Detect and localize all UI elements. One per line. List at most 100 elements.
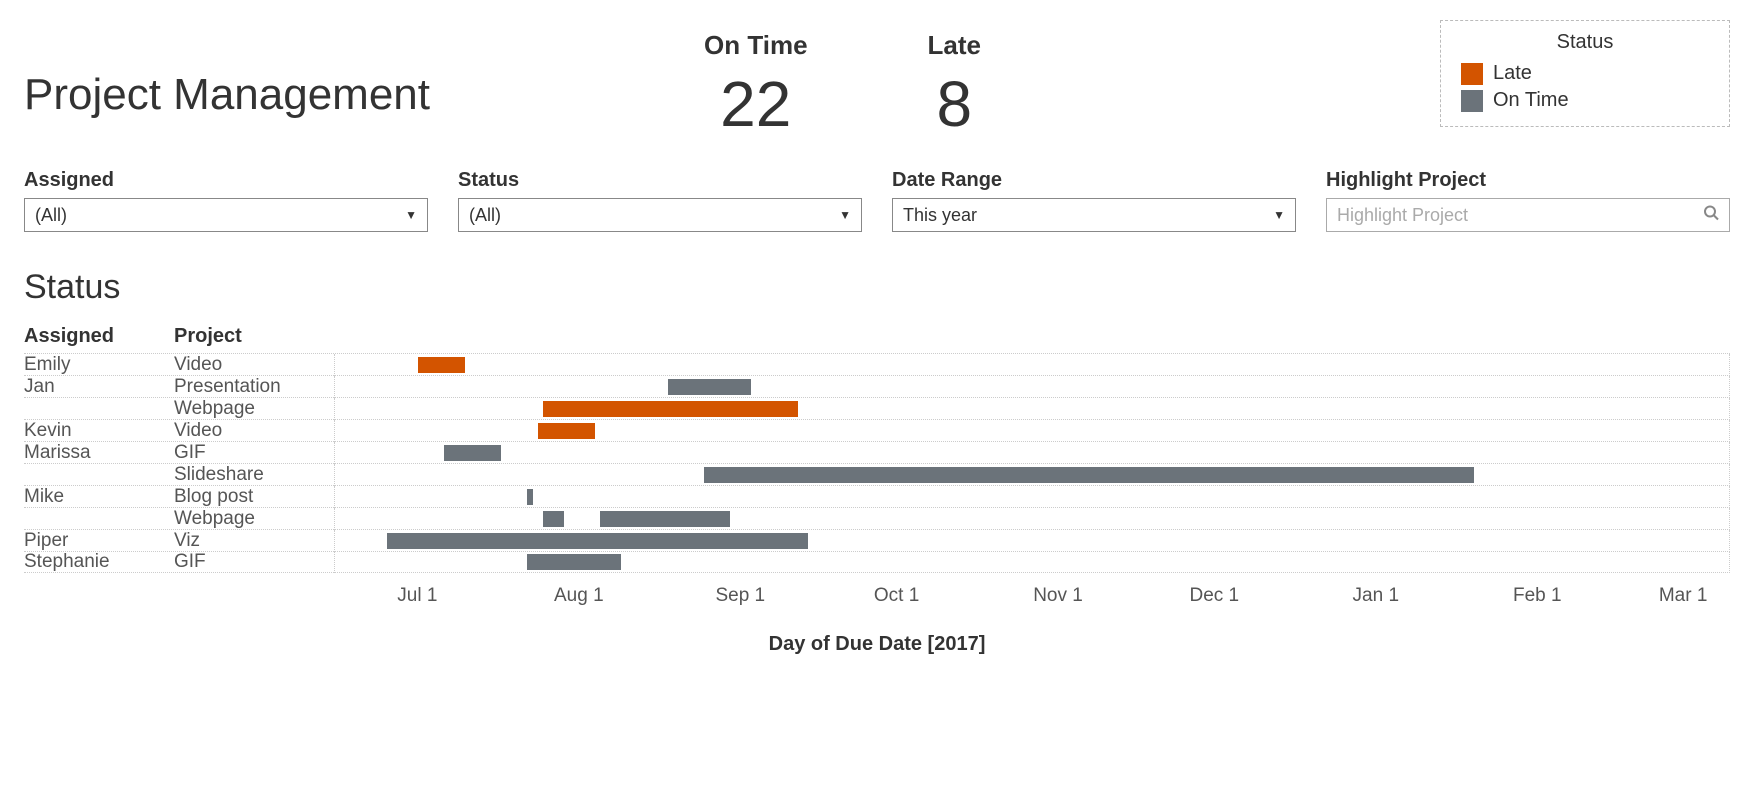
filter-date-range: Date Range This year ▼ — [892, 169, 1296, 232]
gantt-bar[interactable] — [704, 467, 1474, 483]
filter-date-range-value: This year — [903, 205, 977, 226]
axis-tick: Aug 1 — [554, 585, 604, 607]
row-project: Video — [174, 354, 334, 376]
row-project: Webpage — [174, 508, 334, 530]
gantt-row: EmilyVideo — [24, 353, 1730, 375]
gantt-bar[interactable] — [387, 533, 808, 549]
gantt-track — [334, 551, 1730, 573]
gantt-bar[interactable] — [418, 357, 465, 373]
row-project: Slideshare — [174, 464, 334, 486]
column-header-project: Project — [174, 325, 334, 353]
row-project: Blog post — [174, 486, 334, 508]
gantt-track — [334, 376, 1730, 398]
row-project: Presentation — [174, 376, 334, 398]
filter-status: Status (All) ▼ — [458, 169, 862, 232]
gantt-track — [334, 486, 1730, 508]
axis-tick: Oct 1 — [874, 585, 919, 607]
filter-highlight-label: Highlight Project — [1326, 169, 1730, 192]
title-block: Project Management — [24, 20, 704, 120]
gantt-row: StephanieGIF — [24, 551, 1730, 573]
filter-assigned-label: Assigned — [24, 169, 428, 192]
kpi-late-value: 8 — [928, 67, 981, 141]
gantt-row: Webpage — [24, 507, 1730, 529]
section-title-status: Status — [24, 268, 1730, 307]
filter-date-range-dropdown[interactable]: This year ▼ — [892, 198, 1296, 232]
highlight-project-placeholder: Highlight Project — [1337, 205, 1468, 226]
gantt-bar[interactable] — [538, 423, 595, 439]
gantt-chart: Assigned Project EmilyVideoJanPresentati… — [24, 325, 1730, 656]
row-assigned: Stephanie — [24, 551, 174, 573]
legend-title: Status — [1461, 31, 1709, 54]
axis-tick: Jan 1 — [1353, 585, 1399, 607]
gantt-track — [334, 530, 1730, 552]
filter-assigned-dropdown[interactable]: (All) ▼ — [24, 198, 428, 232]
axis-tick: Nov 1 — [1033, 585, 1083, 607]
gantt-bar[interactable] — [543, 511, 564, 527]
legend-card: Status Late On Time — [1440, 20, 1730, 127]
header-row: Project Management On Time 22 Late 8 Sta… — [24, 20, 1730, 141]
search-icon — [1703, 205, 1719, 226]
highlight-project-input[interactable]: Highlight Project — [1326, 198, 1730, 232]
row-assigned: Mike — [24, 486, 174, 508]
axis-tick: Mar 1 — [1659, 585, 1708, 607]
kpi-on-time: On Time 22 — [704, 30, 808, 141]
gantt-bar[interactable] — [668, 379, 751, 395]
row-project: GIF — [174, 551, 334, 573]
kpi-on-time-value: 22 — [704, 67, 808, 141]
kpi-block: On Time 22 Late 8 — [704, 20, 981, 141]
filter-highlight-project: Highlight Project Highlight Project — [1326, 169, 1730, 232]
gantt-row: JanPresentation — [24, 375, 1730, 397]
kpi-late: Late 8 — [928, 30, 981, 141]
gantt-track — [334, 508, 1730, 530]
column-header-assigned: Assigned — [24, 325, 174, 353]
legend-item-late[interactable]: Late — [1461, 62, 1709, 85]
gantt-track — [334, 420, 1730, 442]
filter-status-dropdown[interactable]: (All) ▼ — [458, 198, 862, 232]
row-assigned: Piper — [24, 530, 174, 552]
row-assigned: Emily — [24, 354, 174, 376]
axis-tick: Feb 1 — [1513, 585, 1562, 607]
filter-status-value: (All) — [469, 205, 501, 226]
gantt-bar[interactable] — [600, 511, 730, 527]
axis-tick: Dec 1 — [1189, 585, 1239, 607]
gantt-bar[interactable] — [543, 401, 798, 417]
row-assigned: Kevin — [24, 420, 174, 442]
kpi-on-time-label: On Time — [704, 30, 808, 61]
gantt-track — [334, 398, 1730, 420]
row-assigned: Marissa — [24, 442, 174, 464]
gantt-bar[interactable] — [444, 445, 501, 461]
gantt-track — [334, 354, 1730, 376]
gantt-track — [334, 464, 1730, 486]
row-assigned: Jan — [24, 376, 174, 398]
gantt-bar[interactable] — [527, 489, 532, 505]
row-project: GIF — [174, 442, 334, 464]
chevron-down-icon: ▼ — [839, 208, 851, 222]
filter-assigned-value: (All) — [35, 205, 67, 226]
chevron-down-icon: ▼ — [1273, 208, 1285, 222]
filter-assigned: Assigned (All) ▼ — [24, 169, 428, 232]
gantt-row: PiperViz — [24, 529, 1730, 551]
row-project: Video — [174, 420, 334, 442]
gantt-bar[interactable] — [527, 554, 621, 570]
gantt-row: MikeBlog post — [24, 485, 1730, 507]
gantt-row: KevinVideo — [24, 419, 1730, 441]
row-project: Viz — [174, 530, 334, 552]
gantt-x-axis: Jul 1Aug 1Sep 1Oct 1Nov 1Dec 1Jan 1Feb 1… — [334, 585, 1730, 609]
gantt-track — [334, 442, 1730, 464]
axis-tick: Sep 1 — [715, 585, 765, 607]
gantt-rows-area: EmilyVideoJanPresentationWebpageKevinVid… — [24, 353, 1730, 573]
legend-label-late: Late — [1493, 62, 1532, 85]
legend-swatch-on-time — [1461, 90, 1483, 112]
gantt-row: MarissaGIF — [24, 441, 1730, 463]
legend-item-on-time[interactable]: On Time — [1461, 89, 1709, 112]
filter-status-label: Status — [458, 169, 862, 192]
kpi-late-label: Late — [928, 30, 981, 61]
chevron-down-icon: ▼ — [405, 208, 417, 222]
row-project: Webpage — [174, 398, 334, 420]
gantt-row: Slideshare — [24, 463, 1730, 485]
filter-date-range-label: Date Range — [892, 169, 1296, 192]
legend-label-on-time: On Time — [1493, 89, 1569, 112]
legend-swatch-late — [1461, 63, 1483, 85]
gantt-axis-row: Jul 1Aug 1Sep 1Oct 1Nov 1Dec 1Jan 1Feb 1… — [24, 585, 1730, 609]
filters-row: Assigned (All) ▼ Status (All) ▼ Date Ran… — [24, 169, 1730, 232]
